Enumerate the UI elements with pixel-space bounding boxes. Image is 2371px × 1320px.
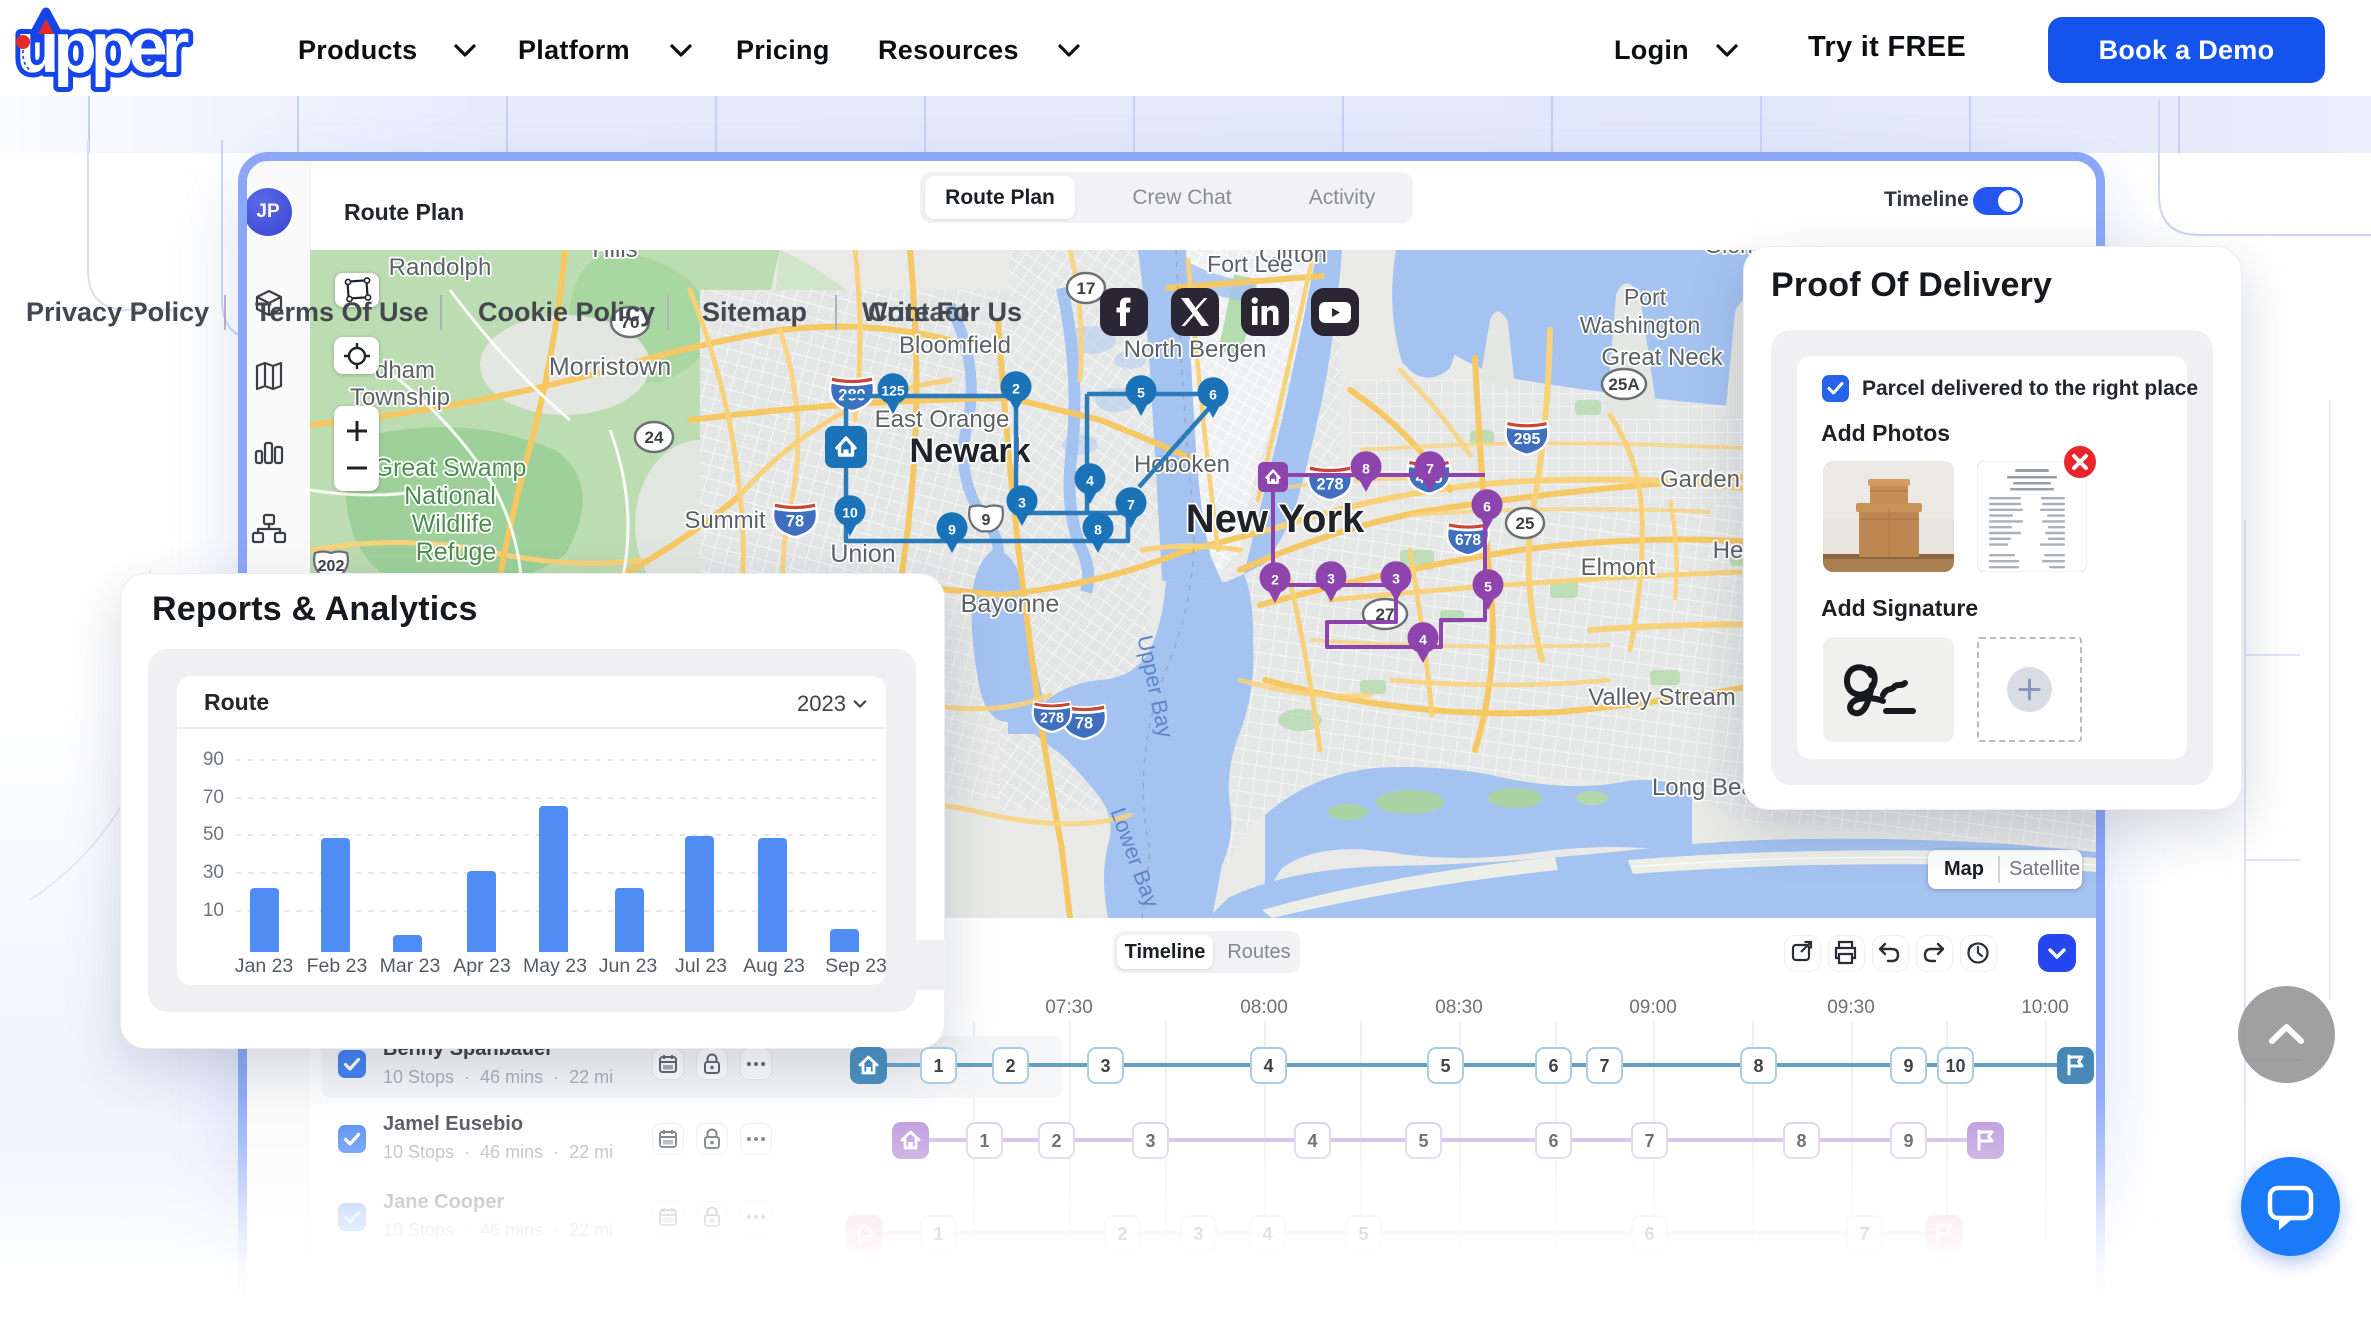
svg-text:New York: New York <box>1186 497 1365 541</box>
svg-text:Bayonne: Bayonne <box>961 590 1060 618</box>
svg-text:10: 10 <box>842 505 858 521</box>
svg-text:278: 278 <box>1316 475 1343 493</box>
svg-text:Valley Stream: Valley Stream <box>1588 684 1736 711</box>
svg-text:4: 4 <box>1419 632 1427 648</box>
svg-text:3: 3 <box>1018 495 1026 511</box>
svg-text:25: 25 <box>1516 514 1535 533</box>
svg-text:Wildlife: Wildlife <box>412 510 493 538</box>
svg-text:5: 5 <box>1484 579 1492 595</box>
svg-text:4: 4 <box>1086 473 1094 489</box>
svg-text:25A: 25A <box>1608 375 1639 394</box>
svg-text:3: 3 <box>1327 571 1335 587</box>
svg-text:2: 2 <box>1271 572 1279 588</box>
svg-text:dham: dham <box>375 357 435 384</box>
svg-text:Hills: Hills <box>592 250 637 263</box>
svg-text:North Bergen: North Bergen <box>1124 336 1267 363</box>
svg-text:Summit: Summit <box>684 507 766 534</box>
svg-text:Port: Port <box>1624 284 1667 310</box>
svg-text:278: 278 <box>1040 710 1064 726</box>
svg-text:Great Swamp: Great Swamp <box>374 454 527 482</box>
svg-text:Union: Union <box>830 540 895 568</box>
svg-text:Randolph: Randolph <box>389 254 492 281</box>
svg-text:8: 8 <box>1094 522 1102 538</box>
svg-text:Elmont: Elmont <box>1581 554 1656 581</box>
svg-text:7: 7 <box>1127 497 1135 513</box>
svg-text:678: 678 <box>1455 532 1481 549</box>
svg-text:78: 78 <box>1075 714 1093 732</box>
svg-text:24: 24 <box>645 428 664 447</box>
svg-text:Refuge: Refuge <box>416 538 497 566</box>
svg-text:3: 3 <box>1392 571 1400 587</box>
svg-text:125: 125 <box>881 383 905 399</box>
svg-text:Fort Lee: Fort Lee <box>1207 251 1293 277</box>
svg-text:78: 78 <box>786 512 804 530</box>
svg-text:National: National <box>404 482 496 510</box>
svg-text:7: 7 <box>1426 461 1434 477</box>
svg-text:Bloomfield: Bloomfield <box>899 332 1011 359</box>
svg-text:Newark: Newark <box>910 432 1031 470</box>
svg-text:Great Neck: Great Neck <box>1601 344 1723 371</box>
svg-text:9: 9 <box>948 522 956 538</box>
svg-text:9: 9 <box>982 512 991 529</box>
svg-text:295: 295 <box>1514 431 1541 448</box>
svg-text:5: 5 <box>1137 385 1145 401</box>
svg-text:upper: upper <box>16 9 189 88</box>
svg-text:6: 6 <box>1483 499 1491 515</box>
svg-text:Garden: Garden <box>1660 466 1740 493</box>
svg-text:8: 8 <box>1362 461 1370 477</box>
svg-text:Washington: Washington <box>1580 312 1701 338</box>
svg-text:17: 17 <box>1077 279 1096 298</box>
svg-text:6: 6 <box>1209 387 1217 403</box>
svg-text:2: 2 <box>1012 381 1020 397</box>
svg-text:Morristown: Morristown <box>549 353 671 381</box>
